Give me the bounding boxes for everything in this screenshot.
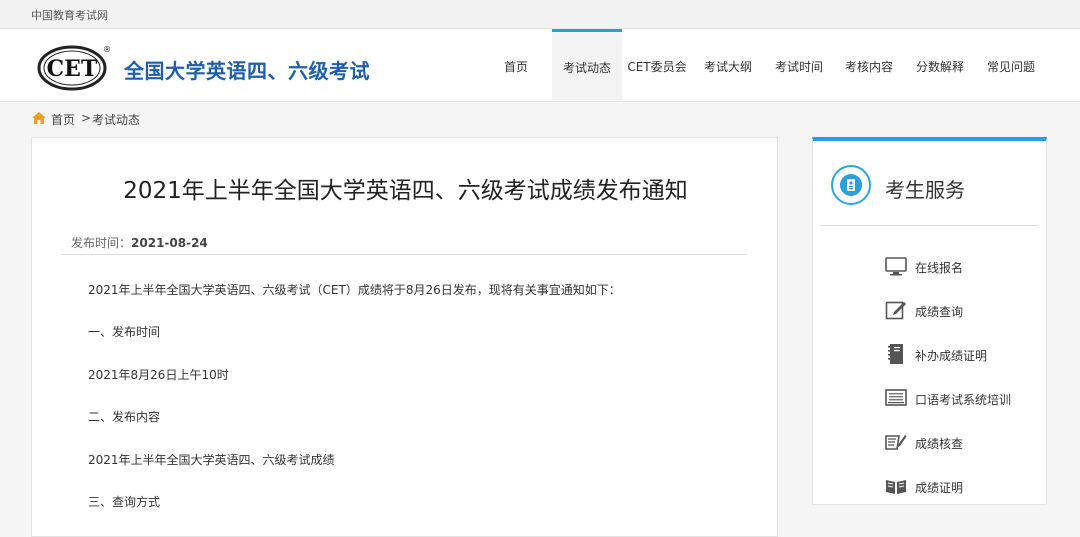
nav-exam-news[interactable]: 考试动态 (552, 29, 622, 101)
article-panel: 2021年上半年全国大学英语四、六级考试成绩发布通知 发布时间：2021-08-… (31, 137, 778, 537)
logo-text: CET (47, 56, 98, 82)
publish-date: 2021-08-24 (131, 236, 208, 250)
article-paragraph: 2021年上半年全国大学英语四、六级考试成绩 (88, 453, 335, 467)
book-pen-icon (885, 435, 907, 450)
edit-icon (885, 301, 906, 320)
article-paragraph: 2021年8月26日上午10时 (88, 368, 229, 382)
logo-registered-mark: ® (103, 45, 111, 54)
article-paragraph: 三、查询方式 (88, 495, 161, 509)
publish-info: 发布时间：2021-08-24 (71, 234, 208, 251)
nav-syllabus[interactable]: 考试大纲 (697, 29, 759, 101)
article-paragraph: 一、发布时间 (88, 325, 161, 339)
service-label: 补办成绩证明 (915, 349, 988, 363)
article-paragraph: 二、发布内容 (88, 410, 161, 424)
breadcrumb-current[interactable]: 考试动态 (92, 111, 140, 128)
top-bar: 中国教育考试网 (0, 0, 1080, 29)
service-label: 成绩核查 (915, 437, 964, 451)
nav-exam-time[interactable]: 考试时间 (768, 29, 830, 101)
article-title: 2021年上半年全国大学英语四、六级考试成绩发布通知 (123, 178, 688, 204)
monitor-icon (885, 257, 907, 276)
id-card-icon (831, 165, 871, 205)
candidate-services-panel: 考生服务 在线报名 成绩查询 补办成绩证明 口语考试系统培训 成绩核查 成绩证明 (812, 137, 1047, 505)
nav-faq[interactable]: 常见问题 (980, 29, 1042, 101)
service-label: 在线报名 (915, 261, 964, 275)
header: CET ® 全国大学英语四、六级考试 首页 考试动态 CET委员会 考试大纲 考… (0, 29, 1080, 102)
home-icon[interactable] (32, 112, 46, 124)
nav-cet-committee[interactable]: CET委员会 (624, 29, 690, 101)
nav-content[interactable]: 考核内容 (838, 29, 900, 101)
keyboard-icon (885, 389, 907, 406)
service-label: 成绩查询 (915, 305, 964, 319)
notebook-icon (888, 344, 903, 364)
site-name-link[interactable]: 中国教育考试网 (31, 7, 108, 23)
brand-title[interactable]: 全国大学英语四、六级考试 (124, 55, 370, 84)
publish-label: 发布时间： (71, 236, 132, 250)
cet-logo[interactable]: CET ® (37, 43, 111, 91)
divider (820, 225, 1039, 226)
open-book-icon (886, 480, 906, 494)
nav-home[interactable]: 首页 (492, 29, 540, 101)
nav-score-explain[interactable]: 分数解释 (909, 29, 971, 101)
service-label: 成绩证明 (915, 481, 964, 495)
article-paragraph: 2021年上半年全国大学英语四、六级考试（CET）成绩将于8月26日发布，现将有… (88, 283, 621, 297)
breadcrumb-home[interactable]: 首页 (51, 111, 75, 128)
service-label: 口语考试系统培训 (915, 393, 1012, 407)
breadcrumb-separator: > (81, 111, 92, 125)
divider (62, 254, 747, 255)
services-title: 考生服务 (885, 178, 965, 202)
